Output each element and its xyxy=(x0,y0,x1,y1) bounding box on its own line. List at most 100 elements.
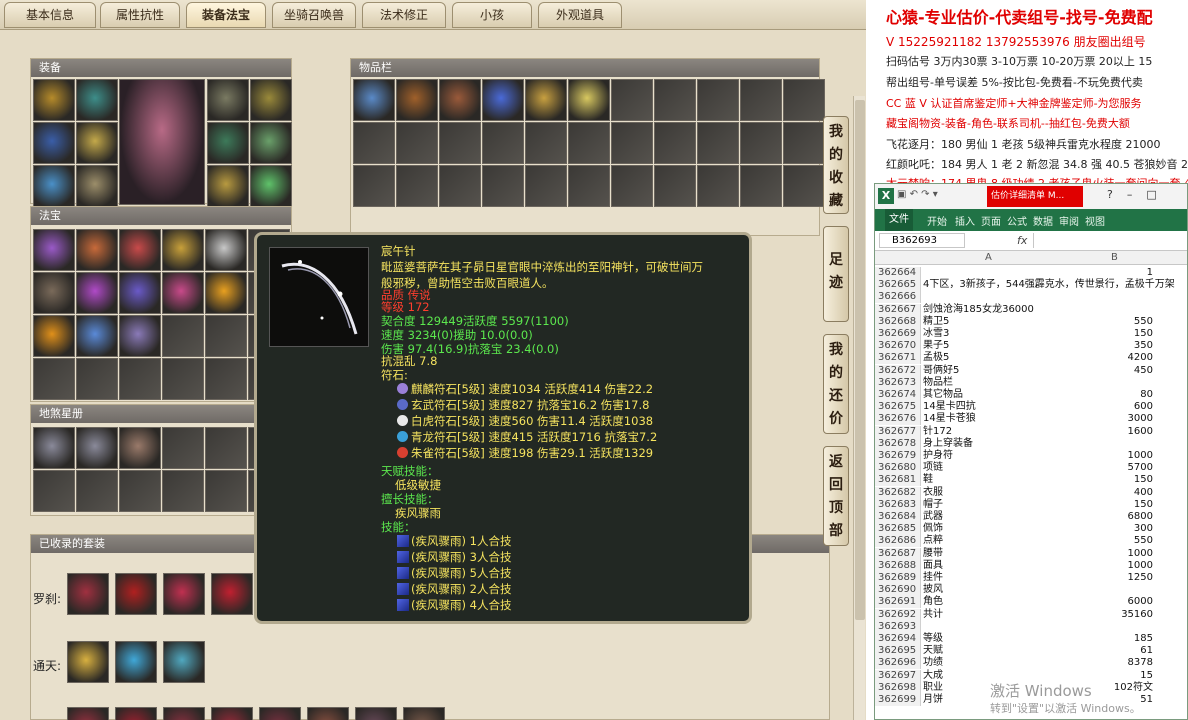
treasure-slot[interactable] xyxy=(162,229,204,271)
tab-spells[interactable]: 法术修正 xyxy=(362,2,446,28)
cell-a[interactable]: 等级 xyxy=(923,633,1059,645)
table-row[interactable]: 362693 xyxy=(875,620,1187,633)
table-row[interactable]: 362673 物品栏 xyxy=(875,376,1187,389)
cell-b[interactable]: 5700 xyxy=(1061,462,1153,474)
inventory-slot[interactable] xyxy=(482,122,524,164)
cell-a[interactable]: 针172 xyxy=(923,426,1059,438)
table-row[interactable]: 362686 点粹 550 xyxy=(875,535,1187,548)
table-row[interactable]: 362695 天赋 61 xyxy=(875,645,1187,658)
row-number[interactable]: 362664 xyxy=(875,267,921,279)
table-row[interactable]: 362681 鞋 150 xyxy=(875,474,1187,487)
table-row[interactable]: 362689 挂件 1250 xyxy=(875,572,1187,584)
cell-b[interactable]: 35160 xyxy=(1061,609,1153,621)
table-row[interactable]: 362687 腰带 1000 xyxy=(875,547,1187,560)
inventory-slot[interactable] xyxy=(783,122,825,164)
table-row[interactable]: 362683 帽子 150 xyxy=(875,498,1187,511)
cell-a[interactable]: 物品栏 xyxy=(923,377,1059,389)
table-row[interactable]: 362685 佩饰 300 xyxy=(875,523,1187,536)
cell-b[interactable]: 1250 xyxy=(1061,572,1153,584)
tianditu-slot[interactable] xyxy=(33,470,75,512)
inventory-slot[interactable] xyxy=(482,165,524,207)
suit-item[interactable] xyxy=(67,707,109,720)
row-number[interactable]: 362685 xyxy=(875,523,921,536)
equip-slot[interactable] xyxy=(207,79,249,121)
row-number[interactable]: 362673 xyxy=(875,376,921,389)
equip-slot[interactable] xyxy=(250,122,292,164)
footprint-button[interactable]: 足迹 xyxy=(823,226,849,322)
inventory-slot[interactable] xyxy=(740,122,782,164)
row-number[interactable]: 362679 xyxy=(875,450,921,462)
cell-b[interactable]: 8378 xyxy=(1061,657,1153,669)
row-number[interactable]: 362682 xyxy=(875,486,921,499)
inventory-slot[interactable] xyxy=(525,122,567,164)
row-number[interactable]: 362666 xyxy=(875,291,921,304)
cell-a[interactable]: 精卫5 xyxy=(923,316,1059,328)
table-row[interactable]: 362680 项链 5700 xyxy=(875,462,1187,475)
suit-item[interactable] xyxy=(163,641,205,683)
ribbon-tab[interactable]: 审阅 xyxy=(1059,213,1079,228)
row-number[interactable]: 362678 xyxy=(875,437,921,450)
cell-b[interactable]: 1 xyxy=(1061,267,1153,279)
row-number[interactable]: 362695 xyxy=(875,645,921,658)
treasure-slot[interactable] xyxy=(162,358,204,400)
treasure-slot[interactable] xyxy=(76,272,118,314)
cell-b[interactable]: 550 xyxy=(1061,535,1153,547)
inventory-slot[interactable] xyxy=(697,165,739,207)
suit-item[interactable] xyxy=(355,707,397,720)
ribbon-tab[interactable]: 数据 xyxy=(1033,213,1053,228)
inventory-slot[interactable] xyxy=(439,79,481,121)
col-header-b[interactable]: B xyxy=(1111,252,1118,263)
cell-a[interactable]: 点粹 xyxy=(923,535,1059,547)
ribbon-tab-file[interactable]: 文件 xyxy=(885,209,913,231)
treasure-slot[interactable] xyxy=(33,229,75,271)
treasure-slot[interactable] xyxy=(76,315,118,357)
equip-slot[interactable] xyxy=(250,79,292,121)
tab-mounts[interactable]: 坐骑召唤兽 xyxy=(272,2,356,28)
table-row[interactable]: 362688 面具 1000 xyxy=(875,559,1187,572)
suit-item[interactable] xyxy=(259,707,301,720)
tianditu-slot[interactable] xyxy=(76,470,118,512)
row-number[interactable]: 362674 xyxy=(875,389,921,401)
tianditu-slot[interactable] xyxy=(162,427,204,469)
ribbon-tab[interactable]: 插入 xyxy=(955,213,975,228)
treasure-slot[interactable] xyxy=(119,272,161,314)
cell-a[interactable]: 面具 xyxy=(923,560,1059,572)
cell-a[interactable]: 其它物品 xyxy=(923,389,1059,401)
cell-a[interactable]: 冰雪3 xyxy=(923,328,1059,340)
cell-b[interactable]: 185 xyxy=(1061,633,1153,645)
cell-a[interactable]: 腰带 xyxy=(923,548,1059,560)
treasure-slot[interactable] xyxy=(162,315,204,357)
row-number[interactable]: 362687 xyxy=(875,547,921,560)
ribbon-tab[interactable]: 开始 xyxy=(927,213,947,228)
cell-a[interactable]: 挂件 xyxy=(923,572,1059,584)
tab-basic-info[interactable]: 基本信息 xyxy=(4,2,96,28)
inventory-slot[interactable] xyxy=(353,165,395,207)
row-number[interactable]: 362694 xyxy=(875,633,921,645)
row-number[interactable]: 362697 xyxy=(875,669,921,682)
row-number[interactable]: 362675 xyxy=(875,401,921,414)
treasure-slot[interactable] xyxy=(205,315,247,357)
equip-slot[interactable] xyxy=(250,165,292,207)
table-row[interactable]: 362675 14星卡四抗 600 xyxy=(875,401,1187,414)
ribbon-tab[interactable]: 视图 xyxy=(1085,213,1105,228)
treasure-slot[interactable] xyxy=(119,315,161,357)
cell-a[interactable]: 14星卡四抗 xyxy=(923,401,1059,413)
table-row[interactable]: 362691 角色 6000 xyxy=(875,596,1187,609)
row-number[interactable]: 362668 xyxy=(875,315,921,328)
inventory-slot[interactable] xyxy=(482,79,524,121)
cell-b[interactable]: 450 xyxy=(1061,365,1153,377)
cell-b[interactable]: 6000 xyxy=(1061,596,1153,608)
treasure-slot[interactable] xyxy=(33,272,75,314)
row-number[interactable]: 362677 xyxy=(875,425,921,438)
tianditu-slot[interactable] xyxy=(76,427,118,469)
tab-appearance[interactable]: 外观道具 xyxy=(538,2,622,28)
suit-item[interactable] xyxy=(403,707,445,720)
suit-item[interactable] xyxy=(211,573,253,615)
suit-item[interactable] xyxy=(115,573,157,615)
row-number[interactable]: 362681 xyxy=(875,474,921,487)
equip-slot[interactable] xyxy=(33,79,75,121)
ribbon-tab[interactable]: 页面 xyxy=(981,213,1001,228)
treasure-slot[interactable] xyxy=(76,229,118,271)
inventory-slot[interactable] xyxy=(611,79,653,121)
suit-item[interactable] xyxy=(115,707,157,720)
